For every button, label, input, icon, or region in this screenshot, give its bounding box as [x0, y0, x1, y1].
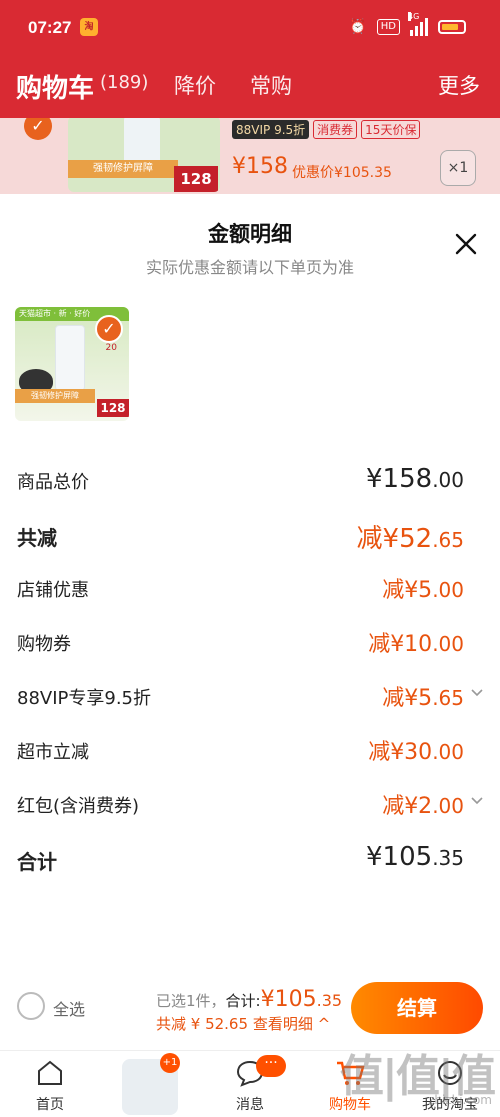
row-value: 减¥30.00: [368, 740, 464, 765]
cart-count: (189): [100, 72, 149, 93]
row-value: 减¥10.00: [368, 632, 464, 657]
close-icon[interactable]: [454, 232, 478, 256]
thumb-price: 128: [174, 166, 218, 192]
item-promo-price: 优惠价¥105.35: [292, 165, 392, 181]
product-thumbnail: 天猫超市 · 新 · 好价 ✓ 20 强韧修护屏障 128: [15, 307, 129, 421]
selected-check-icon: ✓: [95, 315, 123, 343]
tag-88vip: 88VIP 9.5折: [232, 120, 310, 139]
item-checkbox-icon: ✓: [24, 118, 52, 140]
taobao-app-icon: 淘: [80, 18, 98, 36]
row-value: ¥158.00: [366, 464, 464, 494]
row-label: 商品总价: [17, 472, 89, 493]
row-value: 减¥2.00: [382, 794, 464, 819]
plus-one-badge: +1: [160, 1053, 180, 1073]
row-total-discount: 共减 减¥52.65: [0, 506, 500, 560]
chevron-down-icon[interactable]: [470, 794, 484, 808]
item-thumbnail: 强韧修护屏障 128: [68, 118, 220, 192]
row-label: 超市立减: [17, 742, 89, 763]
tag-price-protect: 15天价保: [361, 120, 421, 139]
row-grand-total: 合计 ¥105.35: [0, 830, 500, 884]
alarm-icon: ⏰: [349, 19, 367, 35]
thumb-badge: 20: [105, 343, 117, 353]
sheet-title: 金额明细: [208, 222, 292, 246]
row-value: 减¥5.65: [382, 686, 464, 711]
row-label: 共减: [17, 526, 57, 550]
row-value: 减¥52.65: [356, 524, 464, 554]
row-88vip-discount[interactable]: 88VIP专享9.5折 减¥5.65: [0, 668, 500, 722]
discount-amount: 共减 ¥ 52.65: [156, 1015, 249, 1033]
quantity-button[interactable]: ×1: [440, 150, 476, 186]
checkout-bar: 全选 已选1件，合计:¥105.35 共减 ¥ 52.65 查看明细 ^ 结算: [0, 975, 500, 1047]
more-button[interactable]: 更多: [438, 70, 480, 100]
row-shopping-coupon: 购物券 减¥10.00: [0, 614, 500, 668]
cart-item-background: ✓ 强韧修护屏障 128 88VIP 9.5折 消费券 15天价保 ¥158 优…: [0, 118, 500, 196]
sheet-subtitle: 实际优惠金额请以下单页为准: [145, 258, 354, 277]
battery-icon: [438, 20, 466, 34]
row-store-discount: 店铺优惠 减¥5.00: [0, 560, 500, 614]
status-icons: ⏰ HD 4G: [349, 12, 466, 37]
discount-summary: 共减 ¥ 52.65 查看明细 ^: [156, 1013, 330, 1034]
tag-coupon: 消费券: [313, 120, 358, 139]
status-bar: 07:27 淘 ⏰ HD 4G: [0, 0, 500, 58]
select-all-label[interactable]: 全选: [53, 996, 85, 1020]
view-details-link[interactable]: 查看明细 ^: [253, 1015, 330, 1033]
tab-label: 首页: [36, 1097, 64, 1113]
selected-summary: 已选1件，合计:¥105.35: [156, 987, 343, 1012]
cart-header: 购物车 (189) 降价 常购 更多: [0, 58, 500, 118]
status-time: 07:27: [28, 18, 72, 37]
item-price: ¥158: [232, 154, 288, 179]
tab-frequent[interactable]: 常购: [250, 70, 292, 100]
bottle-image: [124, 118, 160, 164]
thumb-caption: 强韧修护屏障: [68, 160, 178, 178]
row-value: 减¥5.00: [382, 578, 464, 603]
item-tags: 88VIP 9.5折 消费券 15天价保: [232, 120, 421, 139]
home-icon: [38, 1060, 62, 1085]
row-value: ¥105.35: [366, 842, 464, 872]
tab-home[interactable]: 首页: [0, 1051, 100, 1117]
row-red-packet[interactable]: 红包(含消费券) 减¥2.00: [0, 776, 500, 830]
row-label: 购物券: [17, 634, 71, 655]
message-badge: ···: [256, 1055, 286, 1077]
checkout-button[interactable]: 结算: [351, 982, 483, 1034]
thumb-caption: 强韧修护屏障: [15, 389, 95, 403]
row-label: 88VIP专享9.5折: [17, 688, 152, 709]
network-type-label: 4G: [408, 12, 420, 21]
select-all-radio[interactable]: [17, 992, 45, 1020]
row-supermarket-discount: 超市立减 减¥30.00: [0, 722, 500, 776]
hd-icon: HD: [376, 19, 400, 35]
chevron-down-icon[interactable]: [470, 686, 484, 700]
page-title: 购物车: [16, 74, 95, 104]
row-goods-total: 商品总价 ¥158.00: [0, 452, 500, 506]
row-label: 店铺优惠: [17, 580, 89, 601]
watermark-url: zhizhi.com: [428, 1093, 492, 1107]
tab-label: 消息: [236, 1097, 264, 1113]
amount-lines: 商品总价 ¥158.00 共减 减¥52.65 店铺优惠 减¥5.00 购物券 …: [0, 452, 500, 884]
signal-icon: 4G: [408, 12, 428, 36]
row-label: 合计: [17, 850, 57, 874]
row-label: 红包(含消费券): [17, 796, 140, 817]
bottle-image: [55, 325, 85, 391]
thumb-price: 128: [97, 399, 129, 417]
tab-price-drop[interactable]: 降价: [174, 70, 216, 100]
